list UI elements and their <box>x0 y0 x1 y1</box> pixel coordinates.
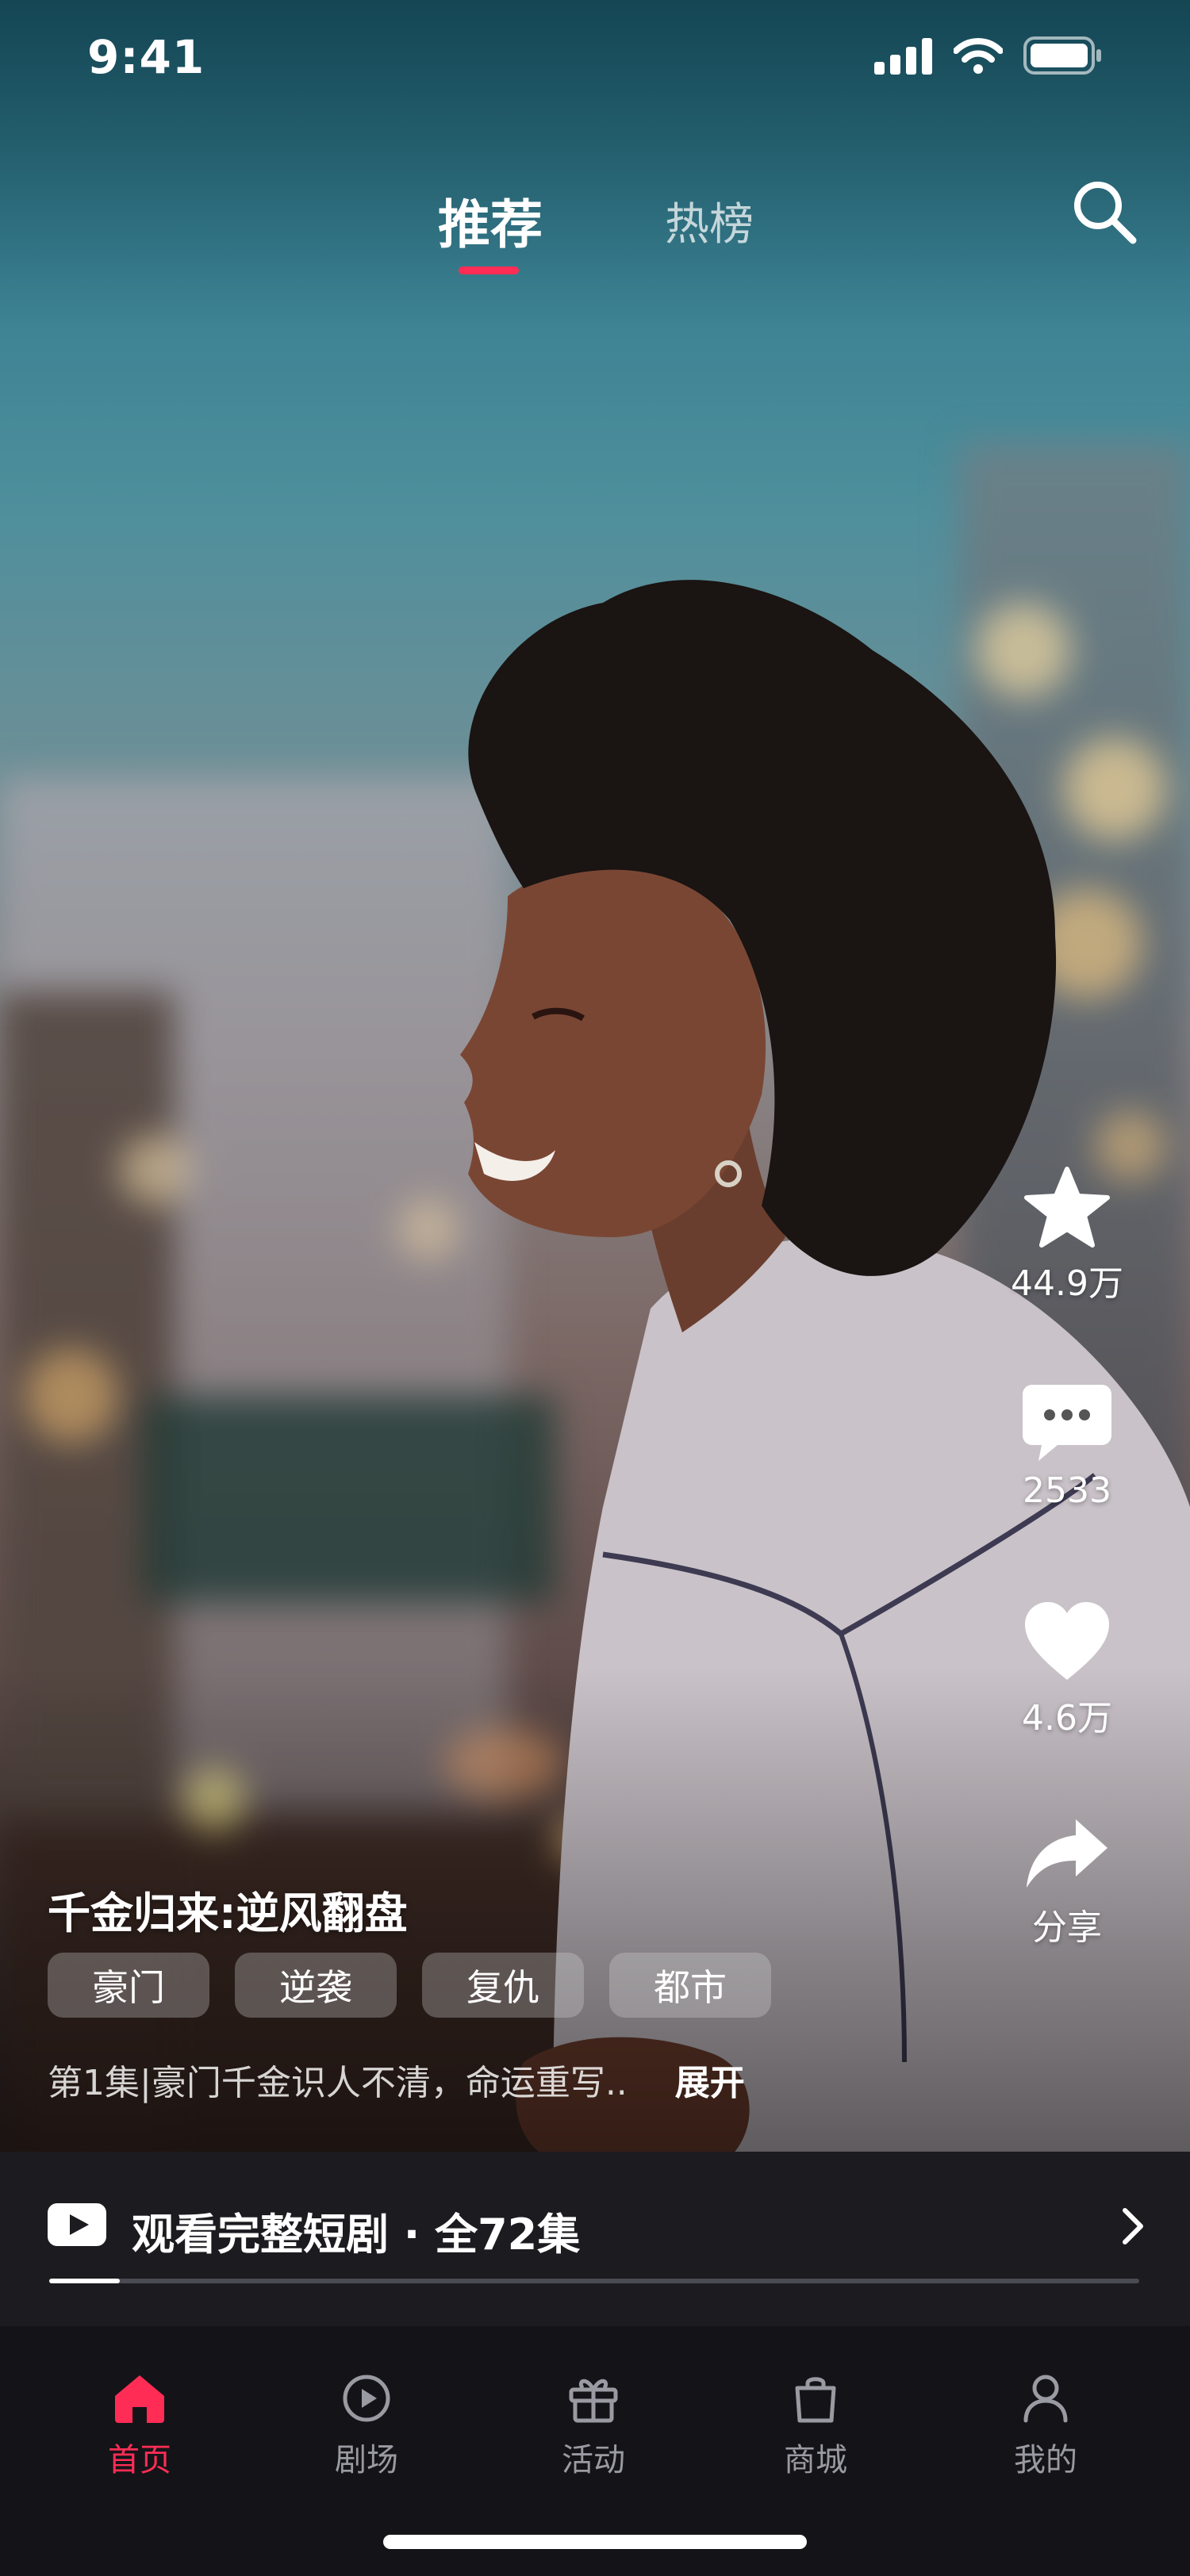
comment-count: 2533 <box>1023 1470 1111 1511</box>
share-button[interactable]: 分享 <box>992 1816 1142 1949</box>
tag-list: 豪门 逆袭 复仇 都市 <box>48 1953 771 2018</box>
cellular-signal-icon <box>874 38 932 75</box>
tag-chip[interactable]: 都市 <box>609 1953 771 2018</box>
tab-hot-list[interactable]: 热榜 <box>665 189 754 253</box>
playback-progress-track[interactable] <box>49 2279 1139 2283</box>
share-label: 分享 <box>1032 1907 1102 1948</box>
home-indicator[interactable] <box>383 2535 807 2549</box>
description-text: 第1集|豪门千金识人不清，命运重写.. <box>48 2063 628 2103</box>
nav-label-mall: 商城 <box>784 2442 847 2478</box>
watch-full-label: 观看完整短剧 · 全72集 <box>132 2210 581 2260</box>
like-count: 4.6万 <box>1022 1698 1112 1738</box>
battery-icon <box>1023 36 1101 75</box>
chevron-right-icon <box>1123 2208 1143 2244</box>
favorite-count: 44.9万 <box>1011 1263 1123 1304</box>
tag-chip[interactable]: 复仇 <box>422 1953 584 2018</box>
comment-button[interactable]: 2533 <box>992 1382 1142 1511</box>
status-time: 9:41 <box>87 30 205 84</box>
playback-progress-fill <box>49 2279 121 2283</box>
nav-item-profile[interactable]: 我的 <box>966 2374 1125 2480</box>
watch-full-drama-bar[interactable]: 观看完整短剧 · 全72集 <box>0 2152 1190 2326</box>
episode-description: 第1集|豪门千金识人不清，命运重写.. 展开 <box>48 2054 745 2105</box>
heart-icon <box>1025 1602 1109 1680</box>
nav-label-theater: 剧场 <box>335 2442 398 2478</box>
search-icon[interactable] <box>1071 178 1138 245</box>
nav-item-mall[interactable]: 商城 <box>736 2374 895 2480</box>
nav-label-home: 首页 <box>108 2442 171 2478</box>
tag-chip[interactable]: 逆袭 <box>235 1953 397 2018</box>
nav-label-activity: 活动 <box>562 2442 625 2478</box>
favorite-button[interactable]: 44.9万 <box>992 1166 1142 1305</box>
star-icon <box>1024 1167 1110 1248</box>
nav-item-theater[interactable]: 剧场 <box>287 2374 446 2480</box>
active-tab-indicator <box>459 266 519 274</box>
status-icons <box>874 36 1103 75</box>
status-bar: 9:41 <box>0 0 1190 119</box>
wifi-icon <box>954 38 1003 74</box>
play-circle-icon <box>343 2375 390 2422</box>
app-screen: 9:41 推荐 热榜 44.9万 2533 4.6万 分享 千金归来:逆风翻盘 … <box>0 0 1190 2576</box>
drama-title[interactable]: 千金归来:逆风翻盘 <box>48 1878 408 1941</box>
tab-recommend[interactable]: 推荐 <box>438 182 543 259</box>
gift-icon <box>569 2379 618 2423</box>
nav-label-profile: 我的 <box>1014 2442 1077 2478</box>
expand-button[interactable]: 展开 <box>675 2063 745 2103</box>
video-play-icon <box>48 2203 106 2246</box>
comment-bubble-icon <box>1023 1385 1111 1461</box>
user-icon <box>1023 2375 1068 2423</box>
nav-item-home[interactable]: 首页 <box>60 2374 219 2480</box>
tag-chip[interactable]: 豪门 <box>48 1953 209 2018</box>
shopping-bag-icon <box>795 2377 836 2423</box>
nav-item-activity[interactable]: 活动 <box>514 2374 673 2480</box>
home-icon <box>115 2375 164 2423</box>
like-button[interactable]: 4.6万 <box>992 1600 1142 1740</box>
share-arrow-icon <box>1027 1819 1107 1888</box>
